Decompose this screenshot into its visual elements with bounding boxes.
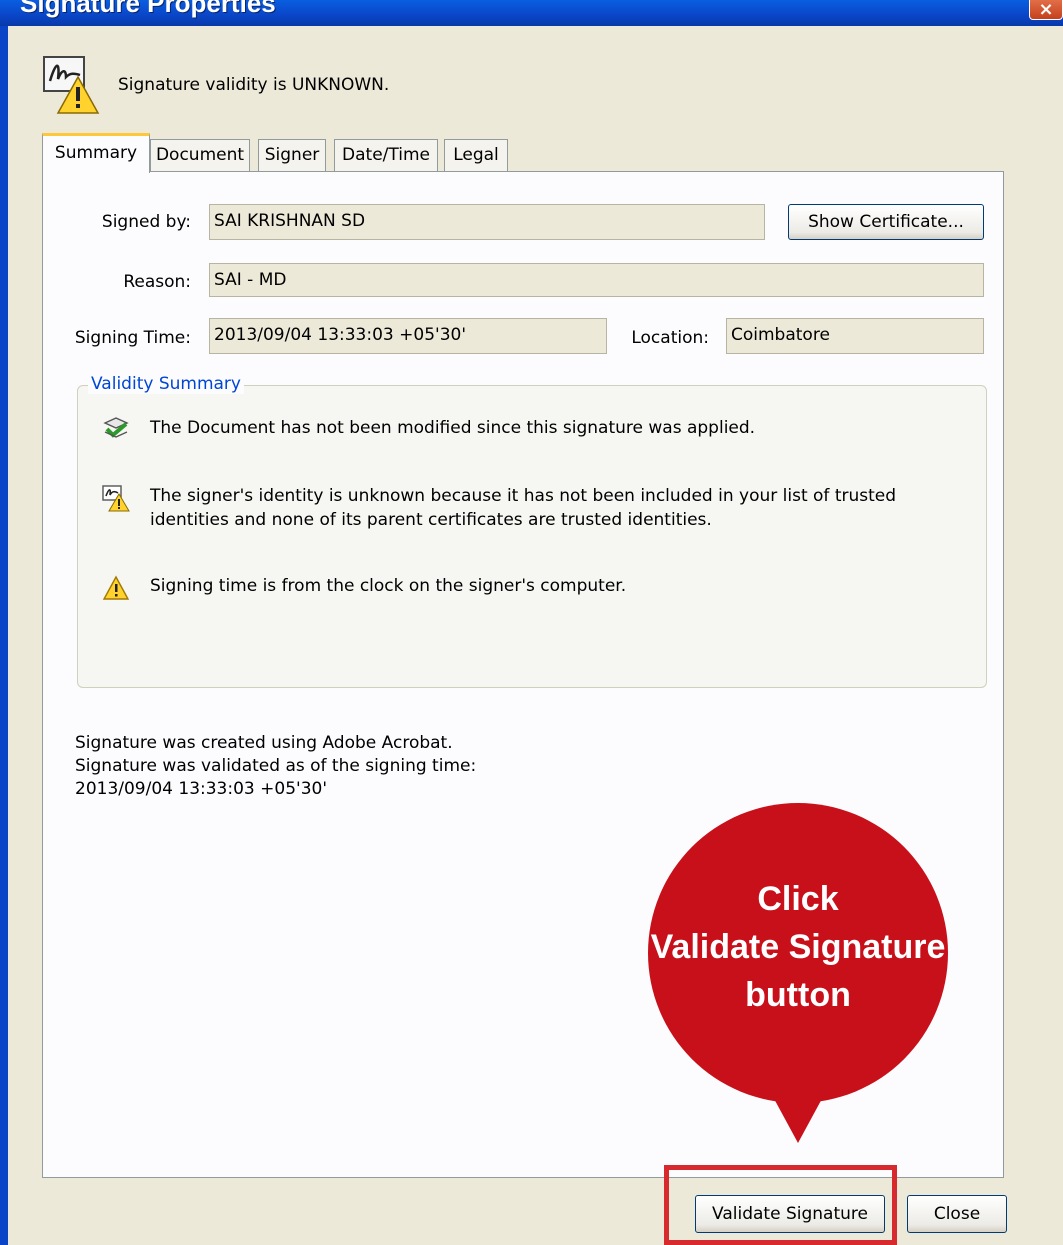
validity-item-text: The signer's identity is unknown because…	[150, 486, 897, 530]
tab-legal[interactable]: Legal	[444, 139, 508, 171]
document-check-icon	[103, 417, 129, 438]
signing-time-label: Signing Time:	[74, 328, 191, 348]
footnote-line: Signature was created using Adobe Acroba…	[75, 733, 453, 753]
reason-label: Reason:	[123, 272, 191, 292]
callout-line: button	[745, 976, 851, 1014]
signing-time-field: 2013/09/04 13:33:03 +05'30'	[209, 318, 607, 354]
validity-summary-title: Validity Summary	[88, 374, 244, 394]
signed-by-field: SAI KRISHNAN SD	[209, 204, 765, 240]
validity-status-text: Signature validity is UNKNOWN.	[118, 75, 390, 95]
validity-item-text: Signing time is from the clock on the si…	[150, 576, 627, 596]
signed-by-label: Signed by:	[101, 212, 191, 232]
tab-signer[interactable]: Signer	[258, 139, 326, 171]
validate-button-highlight	[664, 1165, 897, 1245]
validity-summary-group: Validity Summary The Document has not be…	[77, 374, 987, 688]
tab-document[interactable]: Document	[150, 139, 250, 171]
tab-date-time[interactable]: Date/Time	[334, 139, 438, 171]
show-certificate-button[interactable]: Show Certificate...	[788, 204, 984, 240]
validity-header: Signature validity is UNKNOWN.	[42, 55, 642, 125]
footnote-line: Signature was validated as of the signin…	[75, 756, 477, 776]
window-close-button[interactable]: ×	[1029, 0, 1063, 20]
close-button[interactable]: Close	[907, 1195, 1007, 1233]
reason-field: SAI - MD	[209, 263, 984, 297]
callout-pointer	[772, 1095, 824, 1143]
validity-item-text: The Document has not been modified since…	[150, 418, 756, 438]
signer-warning-icon	[102, 485, 130, 512]
window-title: Signature Properties	[20, 0, 276, 18]
tab-summary[interactable]: Summary	[42, 133, 150, 173]
callout-line: Validate Signature	[650, 928, 946, 966]
warning-triangle-icon	[102, 575, 130, 600]
footnote-line: 2013/09/04 13:33:03 +05'30'	[75, 779, 327, 799]
callout-bubble: Click Validate Signature button	[648, 803, 948, 1103]
location-label: Location:	[631, 328, 709, 348]
title-bar: Signature Properties ×	[0, 0, 1063, 26]
signature-footnote: Signature was created using Adobe Acroba…	[75, 732, 476, 801]
window-border	[0, 26, 8, 1245]
signature-warning-icon	[43, 56, 100, 114]
callout-line: Click	[757, 880, 839, 918]
location-field: Coimbatore	[726, 318, 984, 354]
